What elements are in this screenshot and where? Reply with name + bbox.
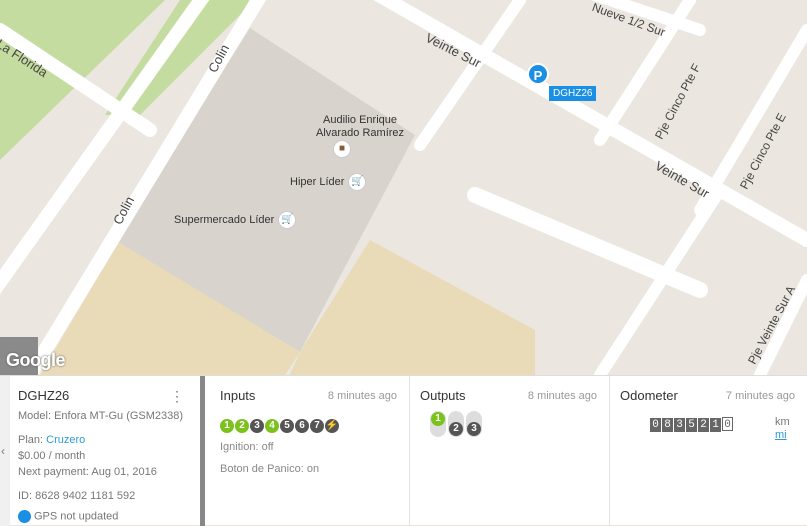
plan-price: $0.00 / month — [18, 450, 86, 462]
output-badge: 1 — [431, 412, 445, 426]
poi-label: Hiper Líder — [290, 175, 345, 188]
plan-label: Plan: — [18, 434, 47, 446]
google-logo: Google — [6, 350, 66, 370]
input-badge: 4 — [265, 419, 279, 433]
unit-km: km — [775, 416, 790, 428]
poi-label: Alvarado Ramírez — [316, 127, 405, 139]
unit-mi-link[interactable]: mi — [775, 429, 790, 442]
odometer-digit: 2 — [698, 418, 709, 432]
next-payment: Next payment: Aug 01, 2016 — [18, 466, 157, 478]
odometer-digit: 0 — [722, 417, 733, 431]
input-badge: 1 — [220, 419, 234, 433]
odometer-digit: 3 — [674, 418, 685, 432]
device-name: DGHZ26 — [18, 388, 70, 403]
output-badge: 3 — [467, 422, 481, 436]
odometer-units: km mi — [775, 416, 790, 442]
inputs-time: 8 minutes ago — [327, 390, 397, 402]
shopping-cart-icon: 🛒 — [348, 173, 367, 191]
outputs-section: Outputs 8 minutes ago 123 — [410, 376, 610, 526]
gps-status: GPS not updated — [18, 510, 192, 523]
device-summary: DGHZ26 ⋮ Model: Enfora MT-Gu (GSM2338) P… — [10, 376, 205, 526]
odometer-digit: 5 — [686, 418, 697, 432]
odometer-time: 7 minutes ago — [725, 390, 795, 402]
input-badge: 3 — [250, 419, 264, 433]
input-badge: 2 — [235, 419, 249, 433]
gps-status-text: GPS not updated — [34, 510, 119, 523]
odometer-digit: 8 — [662, 418, 673, 432]
output-toggle[interactable]: 2 — [448, 411, 464, 437]
odometer-digit: 0 — [650, 418, 661, 432]
poi-label: Supermercado Líder — [174, 213, 275, 226]
input-badges: 1 2 3 4 5 6 7 ⚡ — [220, 415, 399, 433]
device-info-panel: ‹ DGHZ26 ⋮ Model: Enfora MT-Gu (GSM2338)… — [0, 375, 807, 526]
inputs-section: Inputs 8 minutes ago 1 2 3 4 5 6 7 ⚡ Ignition: … — [210, 376, 410, 526]
odometer-digit: 1 — [710, 418, 721, 432]
panel-collapse-button[interactable]: ‹ — [0, 376, 10, 526]
input-badge: 5 — [280, 419, 294, 433]
chevron-left-icon: ‹ — [1, 444, 5, 458]
input-badge: 6 — [295, 419, 309, 433]
input-badge: ⚡ — [325, 419, 339, 433]
plan-row: Plan: Cruzero — [18, 432, 192, 448]
shopping-cart-icon: 🛒 — [278, 211, 297, 229]
device-model: Model: Enfora MT-Gu (GSM2338) — [18, 410, 184, 422]
outputs-time: 8 minutes ago — [527, 390, 597, 402]
poi-audilio[interactable]: Audilio Enrique Alvarado Ramírez — [316, 114, 404, 140]
output-toggle[interactable]: 3 — [466, 411, 482, 437]
odometer-section: Odometer 7 minutes ago 0835210 km mi — [610, 376, 807, 526]
output-badge: 2 — [449, 422, 463, 436]
ignition-status: Ignition: off — [220, 441, 274, 453]
vehicle-marker-label[interactable]: DGHZ26 — [549, 86, 597, 101]
input-badge: 7 — [310, 419, 324, 433]
more-options-icon[interactable]: ⋮ — [170, 388, 184, 405]
poi-supermercado-lider[interactable]: Supermercado Líder 🛒 — [174, 211, 297, 229]
map-view[interactable]: La Florida Colin Colin Veinte Sur Veinte… — [0, 0, 807, 375]
poi-pin-icon[interactable]: ■ — [329, 140, 351, 158]
panic-status: Boton de Panico: on — [220, 463, 320, 475]
vehicle-marker[interactable]: P — [527, 63, 549, 85]
odometer-digits: 0835210 — [650, 414, 734, 432]
output-toggle[interactable]: 1 — [430, 411, 446, 437]
poi-label: Audilio Enrique — [323, 114, 398, 126]
poi-hiper-lider[interactable]: Hiper Líder 🛒 — [290, 173, 367, 191]
output-toggles: 123 — [420, 411, 599, 441]
gps-status-icon — [18, 510, 31, 523]
device-id: ID: 8628 9402 1181 592 — [18, 490, 136, 502]
plan-link[interactable]: Cruzero — [46, 434, 85, 446]
